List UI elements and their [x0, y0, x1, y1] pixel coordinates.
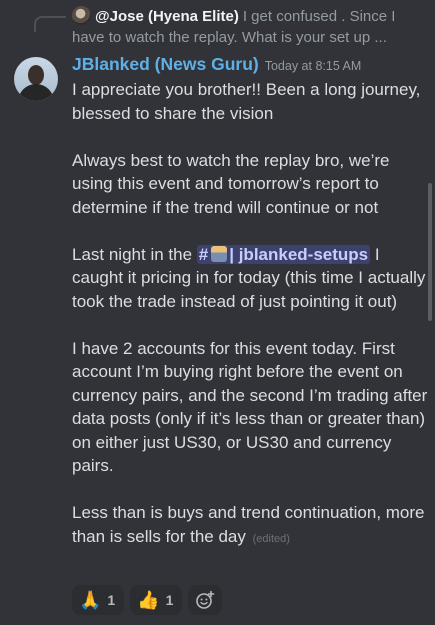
channel-emoji-icon — [211, 245, 228, 262]
scrollbar-thumb[interactable] — [428, 183, 432, 321]
reaction-count: 1 — [107, 592, 116, 608]
reaction-thumbs-up[interactable]: 👍 1 — [130, 585, 183, 615]
reply-avatar — [72, 6, 91, 25]
reaction-count: 1 — [165, 592, 174, 608]
avatar[interactable] — [14, 57, 58, 101]
reactions-bar: 🙏 1 👍 1 — [72, 585, 223, 615]
reply-preview[interactable]: @Jose (Hyena Elite) I get confused . Sinc… — [72, 6, 424, 48]
avatar-body — [18, 84, 54, 101]
edited-label: (edited) — [252, 532, 290, 545]
message-content: I appreciate you brother!! Been a long j… — [72, 78, 428, 575]
channel-mention-label: | jblanked-setups — [229, 244, 369, 264]
message-author[interactable]: JBlanked (News Guru) — [72, 54, 259, 74]
add-reaction-icon — [196, 590, 215, 609]
message-paragraph-1: I appreciate you brother!! Been a long j… — [72, 80, 421, 123]
paragraph-5-text: Less than is buys and trend continuation… — [72, 503, 425, 546]
avatar-head — [28, 65, 44, 85]
message-paragraph-3: Last night in the # | jblanked-setups I c… — [72, 243, 428, 314]
paragraph-3-start: Last night in the — [72, 244, 197, 264]
message-paragraph-4: I have 2 accounts for this event today. … — [72, 338, 428, 476]
hash-icon: # — [198, 244, 209, 264]
reply-author[interactable]: @Jose (Hyena Elite) — [95, 8, 239, 25]
add-reaction-button[interactable] — [188, 585, 223, 615]
pray-emoji-icon: 🙏 — [79, 590, 102, 610]
message-paragraph-2: Always best to watch the replay bro, we’… — [72, 150, 390, 217]
thumbs-up-emoji-icon: 👍 — [137, 590, 160, 610]
message-header: JBlanked (News Guru) Today at 8:15 AM — [72, 54, 361, 75]
reply-connector — [34, 16, 66, 32]
message-timestamp: Today at 8:15 AM — [264, 59, 362, 73]
channel-mention[interactable]: # | jblanked-setups — [196, 244, 371, 264]
reaction-pray[interactable]: 🙏 1 — [72, 585, 125, 615]
message-paragraph-5: Less than is buys and trend continuation… — [72, 501, 428, 551]
